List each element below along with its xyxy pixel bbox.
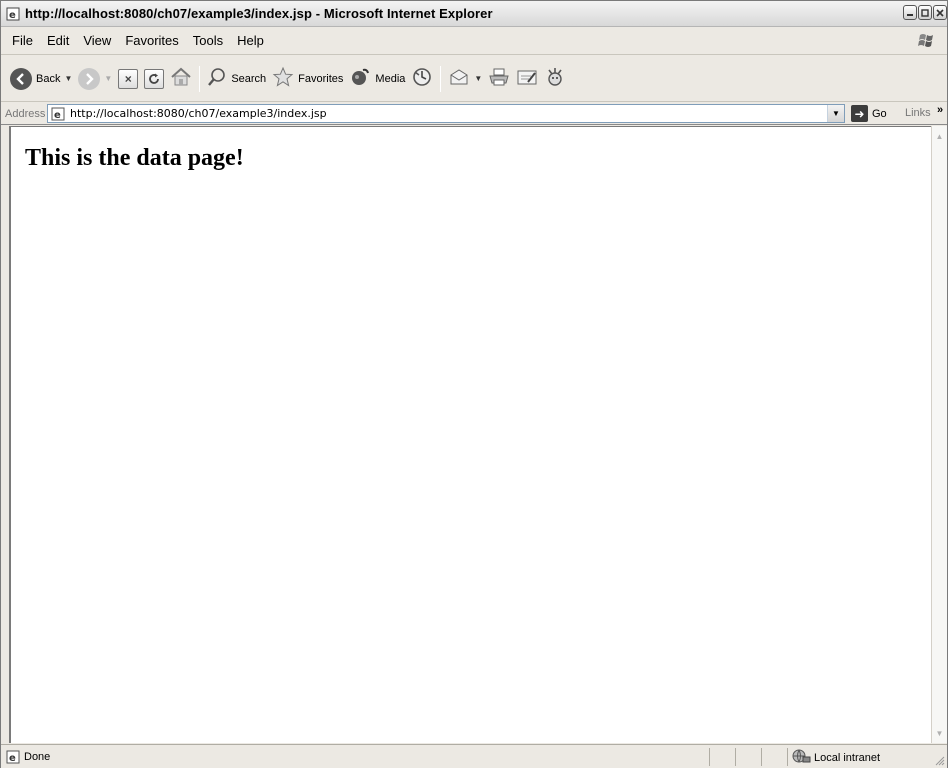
back-dropdown-icon[interactable]: ▼: [64, 74, 72, 83]
forward-button[interactable]: ▼: [75, 62, 115, 96]
back-arrow-icon: [10, 67, 32, 90]
page-heading: This is the data page!: [25, 145, 244, 171]
media-button[interactable]: Media: [346, 62, 408, 96]
menu-help[interactable]: Help: [230, 31, 271, 51]
home-icon: [170, 67, 192, 90]
address-label: Address: [5, 107, 46, 120]
address-dropdown-icon[interactable]: ▼: [827, 105, 844, 122]
windows-logo-icon: [917, 31, 939, 51]
search-icon: [207, 67, 227, 90]
security-zone[interactable]: Local intranet: [791, 748, 880, 767]
go-button[interactable]: ➜ Go: [851, 105, 887, 122]
scroll-up-icon[interactable]: ▲: [932, 128, 947, 144]
page-icon: e: [50, 106, 66, 122]
toolbar-separator: [440, 65, 442, 92]
page-content: This is the data page!: [9, 126, 931, 743]
address-bar: Address e http://localhost:8080/ch07/exa…: [1, 103, 947, 125]
mail-button[interactable]: ▼: [445, 62, 485, 96]
ie-page-icon: e: [5, 6, 21, 22]
window-title: http://localhost:8080/ch07/example3/inde…: [25, 6, 493, 21]
address-input[interactable]: e http://localhost:8080/ch07/example3/in…: [47, 104, 845, 123]
status-divider: [787, 748, 788, 766]
address-url[interactable]: http://localhost:8080/ch07/example3/inde…: [70, 107, 327, 120]
messenger-icon: [544, 66, 566, 91]
back-button[interactable]: Back ▼: [7, 62, 75, 96]
home-button[interactable]: [167, 62, 195, 96]
status-bar: e Done Local intranet: [1, 744, 947, 768]
stop-icon: ×: [118, 68, 139, 89]
edit-icon: [516, 67, 538, 90]
search-button[interactable]: Search: [204, 62, 269, 96]
print-icon: [488, 67, 510, 90]
chevron-right-icon[interactable]: »: [937, 104, 943, 116]
mail-dropdown-icon[interactable]: ▼: [474, 74, 482, 83]
messenger-button[interactable]: [541, 62, 569, 96]
favorites-button[interactable]: Favorites: [269, 62, 346, 96]
intranet-icon: [791, 748, 811, 767]
history-icon: [411, 66, 433, 91]
forward-arrow-icon: [78, 67, 101, 90]
edit-button[interactable]: [513, 62, 541, 96]
mail-icon: [448, 67, 470, 90]
window-controls: [903, 5, 947, 20]
menu-tools[interactable]: Tools: [186, 31, 230, 51]
menu-bar: File Edit View Favorites Tools Help: [1, 28, 947, 55]
menu-view[interactable]: View: [76, 31, 118, 51]
status-divider: [761, 748, 762, 766]
resize-grip-icon[interactable]: [933, 754, 945, 766]
back-label: Back: [36, 72, 61, 85]
print-button[interactable]: [485, 62, 513, 96]
svg-text:e: e: [9, 10, 16, 21]
search-label: Search: [231, 72, 267, 85]
refresh-button[interactable]: [141, 62, 167, 96]
browser-window: e http://localhost:8080/ch07/example3/in…: [0, 0, 948, 768]
scroll-down-icon[interactable]: ▼: [932, 725, 947, 741]
page-done-icon: e: [5, 749, 21, 765]
star-icon: [272, 66, 294, 91]
title-bar: e http://localhost:8080/ch07/example3/in…: [1, 1, 947, 27]
favorites-label: Favorites: [298, 72, 344, 85]
close-icon[interactable]: [933, 5, 947, 20]
vertical-scrollbar[interactable]: ▲ ▼: [931, 126, 947, 743]
menu-favorites[interactable]: Favorites: [118, 31, 185, 51]
stop-button[interactable]: ×: [115, 62, 141, 96]
status-divider: [735, 748, 736, 766]
media-label: Media: [375, 72, 406, 85]
svg-text:e: e: [54, 110, 61, 121]
standard-toolbar: Back ▼ ▼ × Search Favorites Media ▼: [1, 56, 947, 102]
svg-text:e: e: [9, 753, 16, 764]
refresh-icon: [144, 68, 165, 89]
status-text: Done: [24, 750, 51, 763]
minimize-icon[interactable]: [903, 5, 917, 20]
toolbar-separator: [199, 65, 201, 92]
menu-file[interactable]: File: [5, 31, 40, 51]
maximize-icon[interactable]: [918, 5, 932, 20]
menu-edit[interactable]: Edit: [40, 31, 76, 51]
status-divider: [709, 748, 710, 766]
media-icon: [349, 67, 371, 90]
zone-label: Local intranet: [814, 751, 881, 764]
go-arrow-icon: ➜: [851, 105, 868, 122]
history-button[interactable]: [408, 62, 436, 96]
go-label: Go: [872, 107, 887, 120]
links-label[interactable]: Links: [905, 107, 931, 119]
forward-dropdown-icon[interactable]: ▼: [104, 74, 112, 83]
